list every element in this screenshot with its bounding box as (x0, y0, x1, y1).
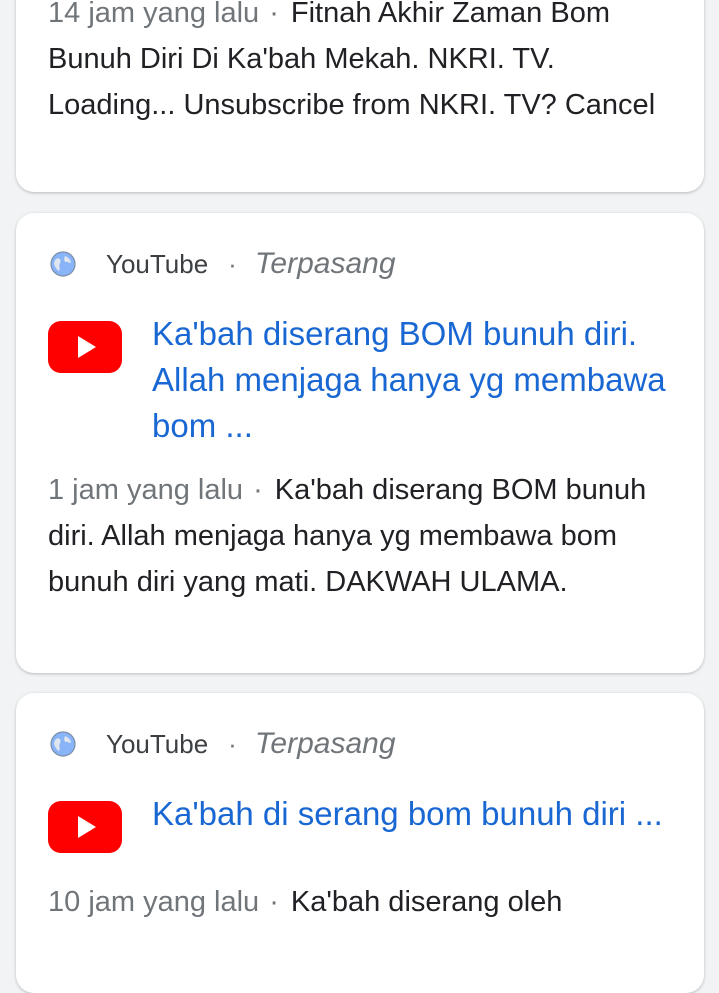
result-snippet: 14 jam yang lalu · Fitnah Akhir Zaman Bom … (48, 0, 672, 128)
separator-dot: · (269, 0, 279, 29)
globe-icon (50, 251, 76, 277)
result-title-link[interactable]: Ka'bah diserang BOM bunuh diri. Allah me… (152, 311, 672, 449)
result-snippet-text: Ka'bah diserang oleh (290, 886, 563, 918)
result-time: 1 jam yang lalu (48, 474, 244, 506)
result-snippet: 1 jam yang lalu · Ka'bah diserang BOM bunu… (48, 467, 672, 605)
separator-dot: · (253, 474, 263, 506)
separator-dot: · (228, 248, 237, 279)
result-time: 10 jam yang lalu (48, 886, 260, 918)
installed-label: Terpasang (254, 727, 396, 760)
result-source-name: YouTube (106, 248, 209, 279)
result-time: 14 jam yang lalu (48, 0, 260, 29)
result-source-row: YouTube · Terpasang (48, 239, 672, 289)
result-title-link[interactable]: Ka'bah di serang bom bunuh diri ... (152, 791, 663, 837)
globe-icon (50, 731, 76, 757)
installed-label: Terpasang (254, 247, 396, 280)
search-result-card[interactable]: YouTube · Terpasang Ka'bah di serang bom… (16, 693, 704, 993)
search-result-card[interactable]: YouTube · Terpasang Ka'bah diserang BOM … (16, 213, 704, 673)
search-result-card[interactable]: 14 jam yang lalu · Fitnah Akhir Zaman Bom … (16, 0, 704, 192)
result-title-row: Ka'bah di serang bom bunuh diri ... (48, 789, 672, 853)
result-source-row: YouTube · Terpasang (48, 719, 672, 769)
youtube-icon (48, 801, 122, 853)
result-title-row: Ka'bah diserang BOM bunuh diri. Allah me… (48, 309, 672, 449)
separator-dot: · (228, 728, 237, 759)
youtube-icon (48, 321, 122, 373)
result-source-name: YouTube (106, 728, 209, 759)
result-snippet: 10 jam yang lalu · Ka'bah diserang oleh (48, 879, 672, 925)
separator-dot: · (269, 886, 279, 918)
